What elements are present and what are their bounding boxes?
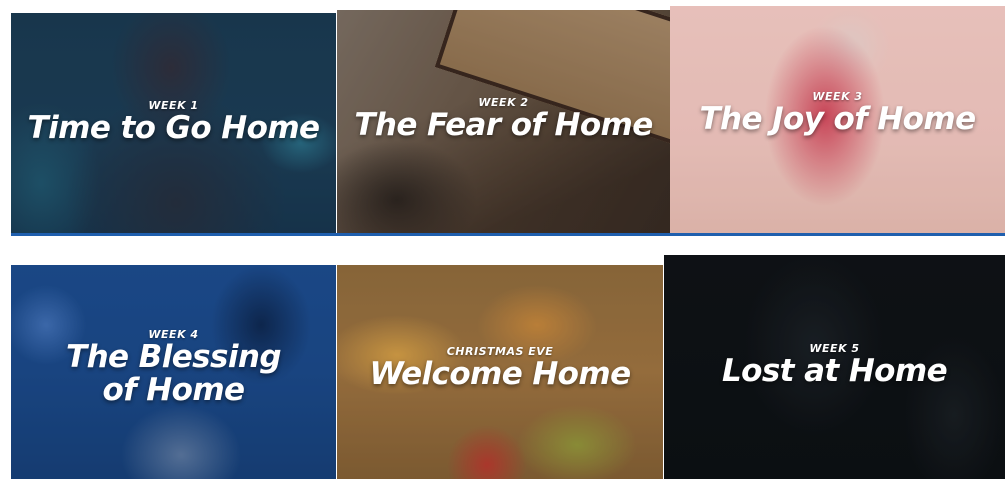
series-card-christmas-eve[interactable]: CHRISTMAS EVE Welcome Home bbox=[337, 265, 663, 479]
card-title: The Blessing of Home bbox=[66, 339, 282, 408]
series-card-week-4[interactable]: WEEK 4 The Blessing of Home bbox=[11, 265, 336, 479]
card-caption: WEEK 5 Lost at Home bbox=[664, 342, 1005, 388]
row-divider bbox=[11, 233, 1005, 236]
series-card-week-2[interactable]: WEEK 2 The Fear of Home bbox=[337, 10, 670, 233]
card-caption: CHRISTMAS EVE Welcome Home bbox=[337, 345, 663, 391]
card-caption: WEEK 1 Time to Go Home bbox=[11, 99, 336, 145]
series-grid: WEEK 1 Time to Go Home WEEK 2 The Fear o… bbox=[0, 0, 1005, 479]
card-caption: WEEK 4 The Blessing of Home bbox=[11, 328, 336, 407]
card-title: Welcome Home bbox=[369, 356, 631, 392]
card-title: The Joy of Home bbox=[699, 101, 976, 137]
series-card-week-5[interactable]: WEEK 5 Lost at Home bbox=[664, 255, 1005, 479]
card-title: The Fear of Home bbox=[354, 107, 653, 143]
card-title: Lost at Home bbox=[721, 353, 948, 389]
series-card-week-3[interactable]: WEEK 3 The Joy of Home bbox=[670, 6, 1005, 233]
card-caption: WEEK 3 The Joy of Home bbox=[670, 90, 1005, 136]
series-card-week-1[interactable]: WEEK 1 Time to Go Home bbox=[11, 13, 336, 233]
card-caption: WEEK 2 The Fear of Home bbox=[337, 96, 670, 142]
card-title: Time to Go Home bbox=[27, 110, 321, 146]
